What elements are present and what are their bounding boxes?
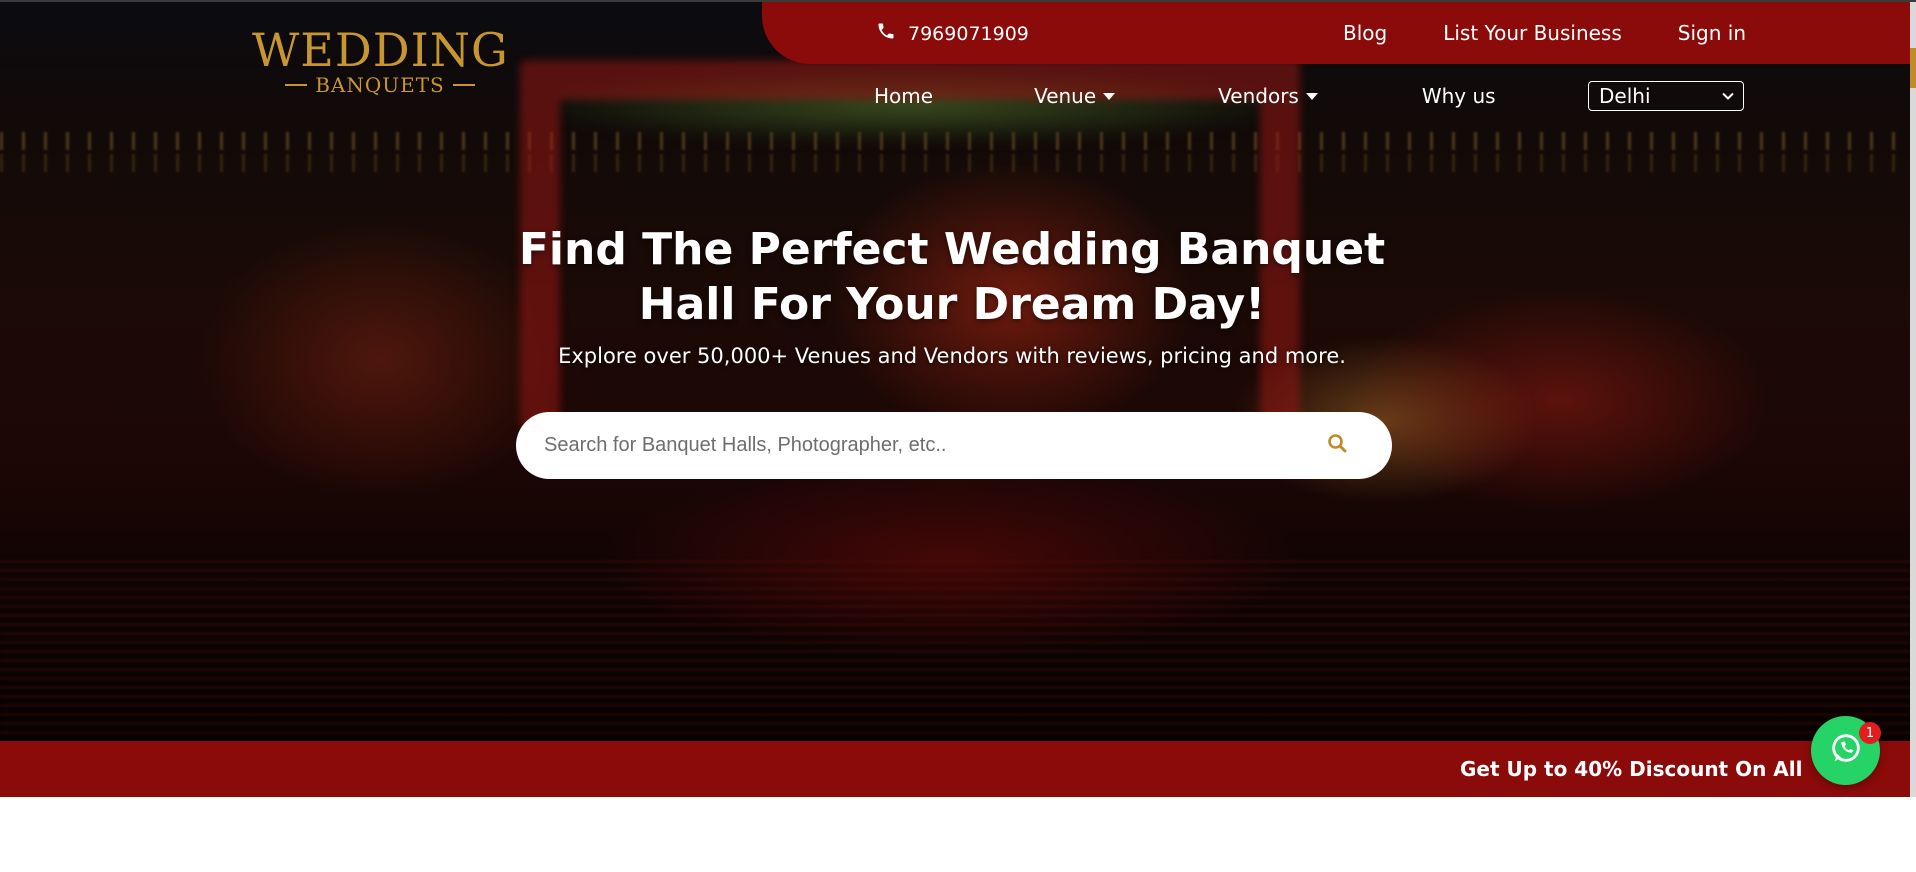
search-input[interactable] bbox=[544, 434, 1322, 457]
hero-title: Find The Perfect Wedding Banquet Hall Fo… bbox=[450, 222, 1454, 332]
sign-in-link[interactable]: Sign in bbox=[1678, 21, 1746, 45]
site-logo[interactable]: WEDDING BANQUETS bbox=[252, 26, 508, 96]
nav-vendors-label: Vendors bbox=[1218, 84, 1299, 108]
list-your-business-link[interactable]: List Your Business bbox=[1443, 21, 1622, 45]
window-top-edge bbox=[0, 0, 1916, 2]
search-icon bbox=[1327, 433, 1347, 458]
caret-down-icon bbox=[1103, 92, 1116, 100]
nav-vendors-dropdown[interactable]: Vendors bbox=[1218, 84, 1318, 108]
nav-why-us-label: Why us bbox=[1421, 84, 1496, 108]
phone-icon bbox=[876, 21, 896, 46]
phone-number: 7969071909 bbox=[908, 22, 1029, 45]
hero-title-line2: Hall For Your Dream Day! bbox=[638, 279, 1266, 330]
nav-home[interactable]: Home bbox=[874, 84, 933, 108]
top-bar: 7969071909 Blog List Your Business Sign … bbox=[762, 0, 1910, 64]
city-select-value: Delhi bbox=[1599, 84, 1651, 108]
hero-title-line1: Find The Perfect Wedding Banquet bbox=[518, 224, 1386, 275]
nav-venue-label: Venue bbox=[1034, 84, 1097, 108]
nav-venue-dropdown[interactable]: Venue bbox=[1034, 84, 1116, 108]
search-button[interactable] bbox=[1322, 431, 1352, 461]
promo-banner: Get Up to 40% Discount On All Our S bbox=[0, 741, 1910, 797]
page-scrollbar[interactable] bbox=[1910, 0, 1916, 797]
city-select[interactable]: Delhi bbox=[1588, 81, 1744, 111]
lake-reflection bbox=[0, 560, 1910, 741]
hero-subtitle: Explore over 50,000+ Venues and Vendors … bbox=[558, 344, 1346, 368]
search-bar bbox=[516, 412, 1392, 479]
logo-wordmark: WEDDING bbox=[252, 23, 509, 77]
logo-ornament-left bbox=[285, 84, 308, 86]
page: 7969071909 Blog List Your Business Sign … bbox=[0, 0, 1916, 872]
blog-link[interactable]: Blog bbox=[1343, 21, 1387, 45]
chevron-down-icon bbox=[1721, 84, 1735, 108]
phone-link[interactable]: 7969071909 bbox=[876, 21, 1029, 46]
notification-badge: 1 bbox=[1859, 722, 1881, 744]
scrollbar-thumb[interactable] bbox=[1910, 48, 1916, 88]
promo-marquee-text[interactable]: Get Up to 40% Discount On All Our S bbox=[1460, 757, 1801, 781]
whatsapp-chat-button[interactable]: 1 bbox=[1811, 716, 1881, 785]
logo-subtitle: BANQUETS bbox=[252, 74, 508, 96]
main-nav: Home Venue Vendors Why us bbox=[874, 80, 1496, 112]
logo-subtitle-text: BANQUETS bbox=[315, 73, 445, 97]
top-links: Blog List Your Business Sign in bbox=[1343, 21, 1746, 45]
nav-why-us[interactable]: Why us bbox=[1422, 84, 1496, 108]
logo-ornament-right bbox=[452, 84, 475, 86]
nav-home-label: Home bbox=[874, 84, 934, 108]
caret-down-icon bbox=[1305, 92, 1318, 100]
